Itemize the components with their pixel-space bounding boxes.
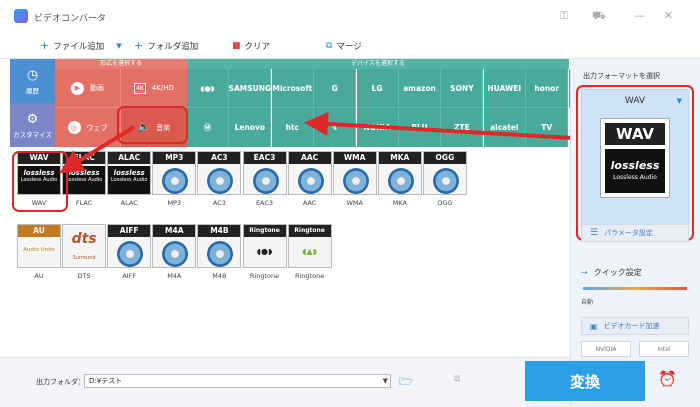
gpu-icon: ▣ (590, 321, 598, 331)
output-folder-field[interactable]: D:¥テスト ▼ (84, 374, 391, 388)
param-settings-button[interactable]: ☰ パラメータ設定 (581, 224, 689, 242)
alarm-clock-icon[interactable]: ⏰ (658, 370, 677, 388)
quick-settings: ⇢ クイック設定 (581, 267, 642, 278)
output-folder-label: 出力フォルダ： (36, 378, 85, 386)
sliders-icon: ☰ (590, 228, 599, 238)
nvidia-badge[interactable]: NVIDIA (581, 341, 631, 357)
gpu-accel-button[interactable]: ▣ ビデオカード加速 (581, 317, 689, 335)
output-folder-path: D:¥テスト (89, 377, 123, 385)
convert-button[interactable]: 変換 (525, 361, 645, 401)
quick-icon: ⇢ (581, 268, 588, 277)
param-settings-label: パラメータ設定 (604, 229, 653, 237)
merge-output-icon[interactable]: ⧈ (454, 373, 460, 384)
output-format-title: 出力フォーマットを選択 (583, 72, 660, 80)
quality-slider[interactable] (583, 287, 687, 290)
intel-label: Intel (657, 345, 671, 353)
arrow-to-audio (304, 111, 573, 140)
right-panel: 出力フォーマットを選択 WAV ▼ WAV lossless Lossless … (570, 59, 700, 407)
arrow-to-wav (59, 125, 136, 174)
slider-auto-label: 自動 (581, 299, 594, 306)
quick-settings-label: クイック設定 (593, 268, 642, 277)
format-box-highlight (576, 85, 694, 241)
nvidia-label: NVIDIA (595, 345, 617, 353)
bottom-bar: 出力フォルダ： D:¥テスト ▼ 🗁 ⧈ (0, 357, 570, 407)
chevron-down-icon[interactable]: ▼ (383, 375, 388, 387)
intel-badge[interactable]: Intel (639, 341, 689, 357)
folder-open-icon[interactable]: 🗁 (399, 373, 413, 392)
gpu-accel-label: ビデオカード加速 (603, 322, 660, 330)
